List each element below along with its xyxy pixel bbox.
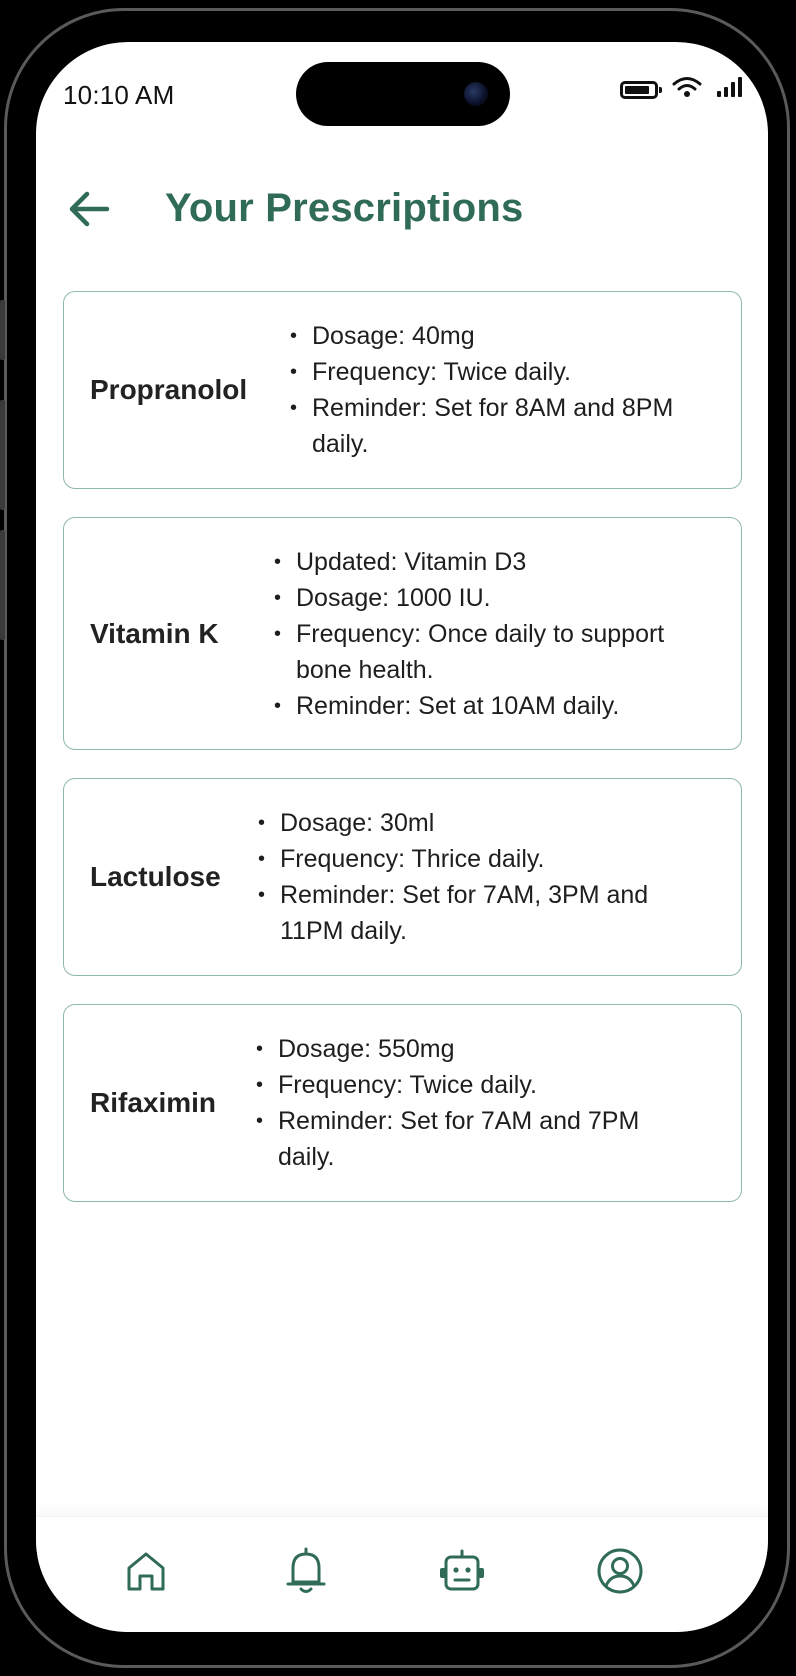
bell-icon — [284, 1546, 328, 1601]
detail-item: Dosage: 550mg — [256, 1031, 676, 1067]
drug-name: Lactulose — [90, 861, 221, 892]
signal-icon — [716, 76, 746, 103]
page-title: Your Prescriptions — [165, 186, 524, 230]
detail-item: Updated: Vitamin D3 — [274, 544, 714, 580]
nav-notifications[interactable] — [278, 1545, 334, 1601]
profile-icon — [596, 1547, 644, 1600]
nav-assistant[interactable] — [434, 1545, 490, 1601]
prescription-details: Dosage: 40mg Frequency: Twice daily. Rem… — [290, 318, 710, 462]
detail-item: Frequency: Twice daily. — [256, 1067, 676, 1103]
battery-icon — [620, 80, 662, 99]
prescription-details: Dosage: 30ml Frequency: Thrice daily. Re… — [258, 805, 678, 949]
detail-item: Reminder: Set for 7AM and 7PM daily. — [256, 1103, 676, 1175]
phone-device: 10:10 AM Your Prescriptions Propranolol … — [0, 0, 796, 1676]
side-button — [0, 530, 5, 640]
drug-name: Propranolol — [90, 374, 248, 405]
nav-home[interactable] — [118, 1545, 174, 1601]
page-header: Your Prescriptions — [36, 172, 768, 252]
screen: 10:10 AM Your Prescriptions Propranolol … — [36, 42, 768, 1632]
dynamic-island — [296, 62, 510, 126]
drug-name: Vitamin K — [90, 617, 219, 649]
prescription-card[interactable]: Vitamin K Updated: Vitamin D3 Dosage: 10… — [63, 517, 742, 750]
status-icons — [620, 76, 746, 103]
drug-name: Rifaximin — [90, 1087, 217, 1118]
detail-item: Frequency: Thrice daily. — [258, 841, 678, 877]
detail-item: Reminder: Set for 7AM, 3PM and 11PM dail… — [258, 877, 678, 949]
prescription-card[interactable]: Propranolol Dosage: 40mg Frequency: Twic… — [63, 291, 742, 489]
status-time: 10:10 AM — [63, 80, 175, 110]
prescription-details: Updated: Vitamin D3 Dosage: 1000 IU. Fre… — [274, 544, 714, 724]
detail-item: Frequency: Once daily to support bone he… — [274, 616, 714, 688]
nav-profile[interactable] — [592, 1545, 648, 1601]
detail-item: Frequency: Twice daily. — [290, 354, 710, 390]
detail-item: Dosage: 30ml — [258, 805, 678, 841]
bottom-nav — [36, 1516, 768, 1632]
back-button[interactable] — [64, 186, 114, 236]
camera-icon — [464, 82, 488, 106]
detail-item: Reminder: Set for 8AM and 8PM daily. — [290, 390, 710, 462]
detail-item: Reminder: Set at 10AM daily. — [274, 688, 714, 724]
arrow-left-icon — [67, 189, 111, 234]
side-button — [0, 400, 5, 510]
side-button — [0, 300, 5, 360]
prescription-card[interactable]: Rifaximin Dosage: 550mg Frequency: Twice… — [63, 1004, 742, 1202]
wifi-icon — [672, 76, 702, 103]
detail-item: Dosage: 40mg — [290, 318, 710, 354]
prescription-list: Propranolol Dosage: 40mg Frequency: Twic… — [63, 291, 742, 1230]
home-icon — [124, 1549, 168, 1598]
detail-item: Dosage: 1000 IU. — [274, 580, 714, 616]
prescription-details: Dosage: 550mg Frequency: Twice daily. Re… — [256, 1031, 676, 1175]
prescription-card[interactable]: Lactulose Dosage: 30ml Frequency: Thrice… — [63, 778, 742, 976]
robot-icon — [438, 1548, 486, 1599]
